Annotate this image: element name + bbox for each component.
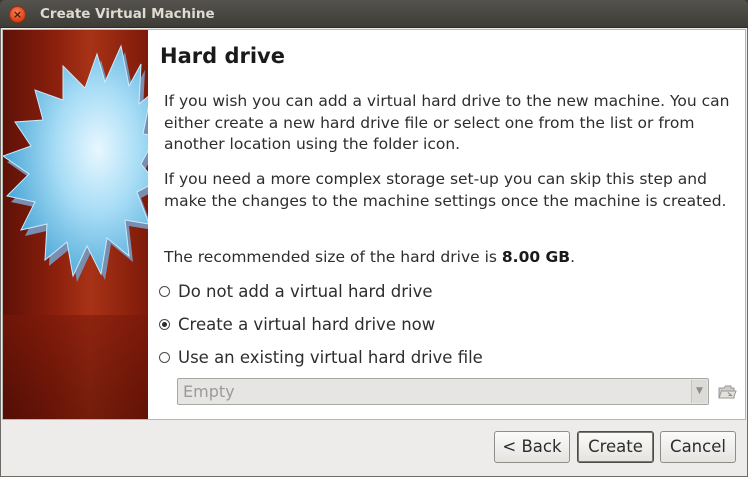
- existing-file-value: Empty: [183, 382, 235, 401]
- radio-existing-hard-drive[interactable]: [159, 351, 170, 363]
- recommended-size-value: 8.00 GB: [501, 248, 571, 266]
- wizard-window: Hard drive If you wish you can add a vir…: [0, 28, 748, 477]
- recommended-suffix: .: [570, 248, 576, 266]
- create-button[interactable]: Create: [577, 431, 654, 463]
- option-no-hard-drive[interactable]: Do not add a virtual hard drive: [159, 280, 433, 302]
- recommended-prefix: The recommended size of the hard drive i…: [164, 248, 502, 266]
- title-bar: × Create Virtual Machine: [0, 0, 748, 28]
- existing-file-select[interactable]: Empty ▼: [177, 378, 709, 405]
- recommended-size-text: The recommended size of the hard drive i…: [164, 247, 744, 269]
- option-create-hard-drive[interactable]: Create a virtual hard drive now: [159, 313, 435, 335]
- option-label: Use an existing virtual hard drive file: [178, 347, 483, 367]
- skip-paragraph: If you need a more complex storage set-u…: [164, 170, 727, 210]
- option-existing-hard-drive[interactable]: Use an existing virtual hard drive file: [159, 346, 483, 368]
- watermark-image: [3, 30, 148, 419]
- back-button[interactable]: < Back: [494, 431, 570, 463]
- option-label: Create a virtual hard drive now: [178, 314, 436, 334]
- folder-icon[interactable]: [717, 383, 737, 401]
- wizard-page: Hard drive If you wish you can add a vir…: [2, 29, 746, 420]
- radio-no-hard-drive[interactable]: [159, 285, 170, 297]
- intro-paragraph: If you wish you can add a virtual hard d…: [164, 92, 730, 153]
- cancel-button[interactable]: Cancel: [660, 431, 736, 463]
- chevron-down-icon[interactable]: ▼: [691, 380, 707, 403]
- option-label: Do not add a virtual hard drive: [178, 281, 433, 301]
- close-icon[interactable]: ×: [9, 6, 26, 23]
- radio-create-hard-drive[interactable]: [159, 318, 170, 330]
- page-title: Hard drive: [160, 44, 285, 68]
- window-title: Create Virtual Machine: [40, 6, 215, 22]
